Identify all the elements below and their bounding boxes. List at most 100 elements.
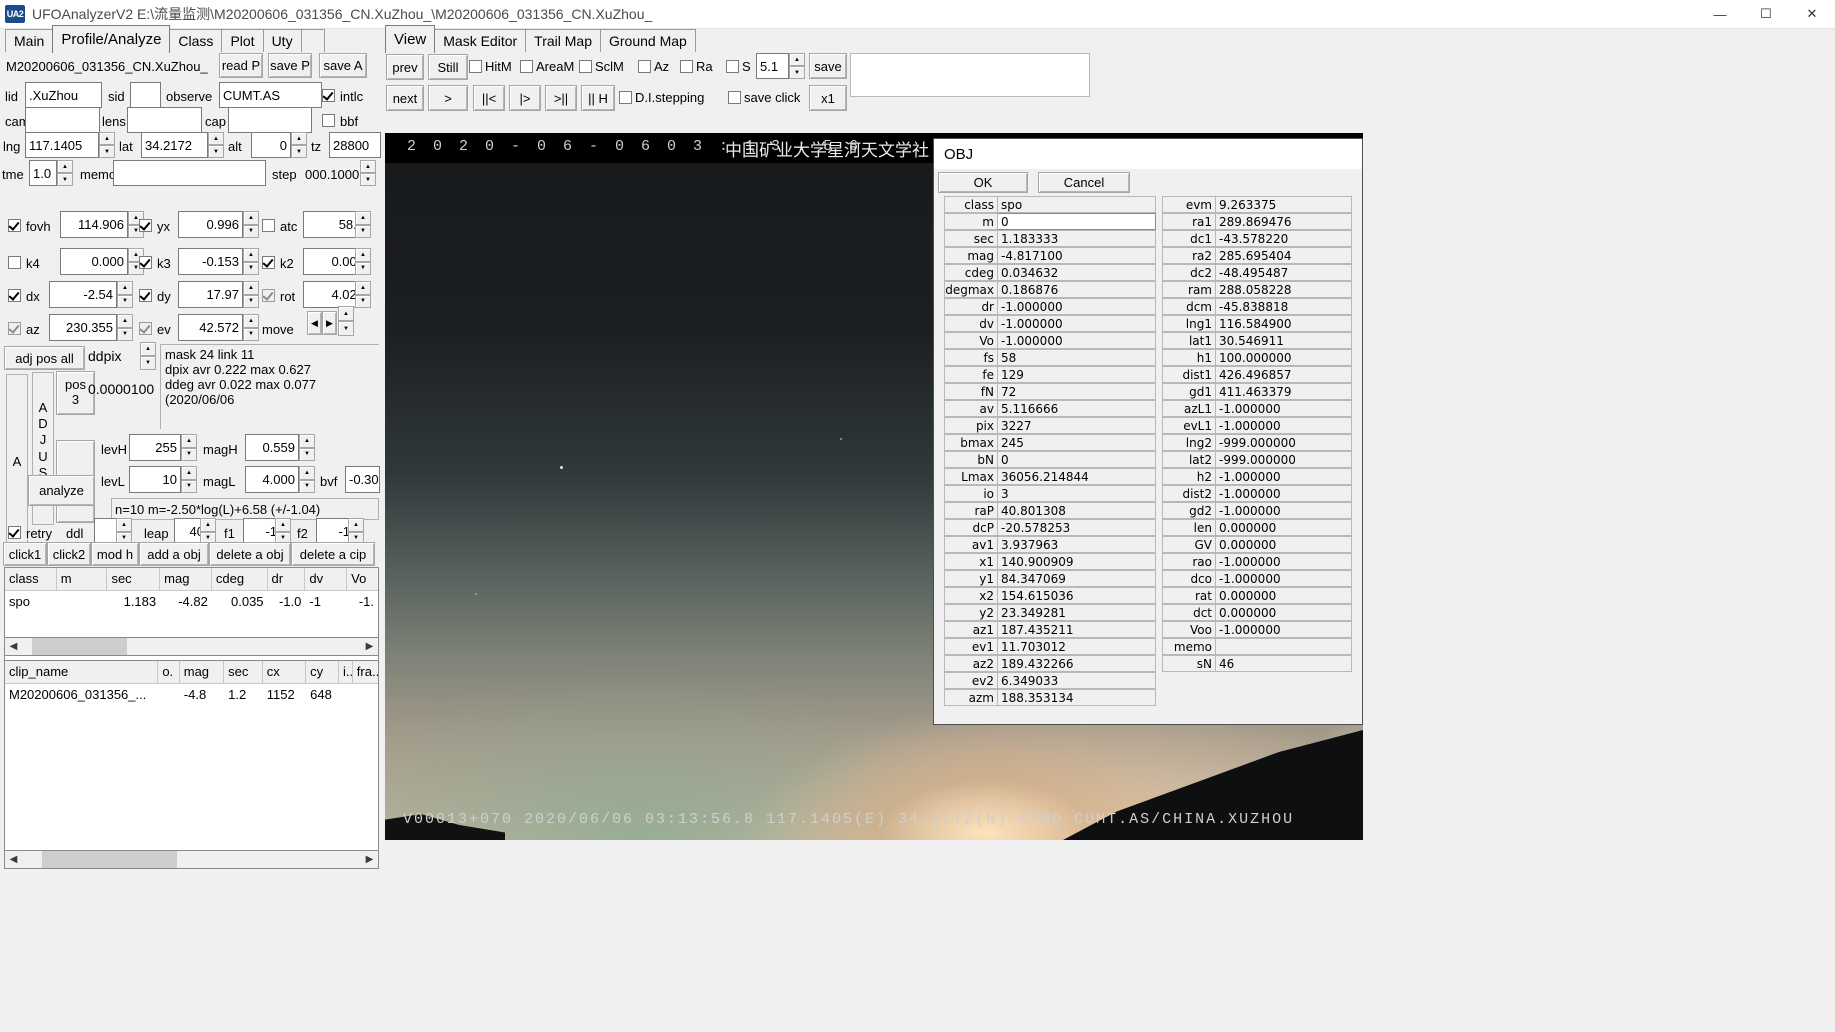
tab-uty[interactable]: Uty	[262, 29, 302, 53]
magH-spinner[interactable]: ▲ ▼	[299, 434, 315, 461]
cam-input[interactable]	[25, 107, 100, 133]
f2-spinner[interactable]: ▲ ▼	[348, 518, 364, 545]
yx-input[interactable]: 0.996	[178, 211, 243, 238]
atc-checkbox[interactable]	[262, 219, 275, 232]
obj-field-input-fN[interactable]: 72	[998, 383, 1156, 400]
obj-field-input-Lmax[interactable]: 36056.214844	[998, 468, 1156, 485]
tab-class[interactable]: Class	[169, 29, 223, 53]
levL-input[interactable]: 10	[129, 466, 181, 493]
obj-field-input-fe[interactable]: 129	[998, 366, 1156, 383]
tab-view[interactable]: View	[385, 25, 436, 53]
obj-field-input-evm[interactable]: 9.263375	[1216, 196, 1352, 213]
az-spinner[interactable]: ▲ ▼	[117, 314, 133, 341]
save-view-button[interactable]: save	[809, 53, 847, 79]
obj-field-input-dr[interactable]: -1.000000	[998, 298, 1156, 315]
next-button[interactable]: next	[386, 85, 424, 111]
obj-field-input-mag[interactable]: -4.817100	[998, 247, 1156, 264]
k3-checkbox[interactable]	[139, 256, 152, 269]
scroll-left-icon[interactable]: ◀	[5, 638, 22, 655]
obj-field-input-dist2[interactable]: -1.000000	[1216, 485, 1352, 502]
dx-checkbox[interactable]	[8, 289, 21, 302]
obj-field-input-ra1[interactable]: 289.869476	[1216, 213, 1352, 230]
obj-field-input-GV[interactable]: 0.000000	[1216, 536, 1352, 553]
s-input[interactable]: 5.1	[756, 53, 789, 79]
lat-input[interactable]: 34.2172	[141, 132, 208, 158]
obj-field-input-dc1[interactable]: -43.578220	[1216, 230, 1352, 247]
lng-input[interactable]: 117.1405	[25, 132, 99, 158]
save-a-button[interactable]: save A	[319, 53, 367, 78]
az-checkbox[interactable]	[8, 322, 21, 335]
delete-a-cip-button[interactable]: delete a cip	[291, 542, 375, 566]
tz-input[interactable]: 28800	[329, 132, 381, 158]
obj-field-input-evL1[interactable]: -1.000000	[1216, 417, 1352, 434]
obj-field-input-io[interactable]: 3	[998, 485, 1156, 502]
alt-spinner[interactable]: ▲ ▼	[291, 132, 307, 158]
alt-input[interactable]: 0	[251, 132, 291, 158]
obj-field-input-azL1[interactable]: -1.000000	[1216, 400, 1352, 417]
k3-spinner[interactable]: ▲ ▼	[243, 248, 259, 275]
obj-field-input-bmax[interactable]: 245	[998, 434, 1156, 451]
obj-field-input-h2[interactable]: -1.000000	[1216, 468, 1352, 485]
obj-field-input-len[interactable]: 0.000000	[1216, 519, 1352, 536]
obj-field-input-dv[interactable]: -1.000000	[998, 315, 1156, 332]
minimize-button[interactable]: —	[1697, 0, 1743, 28]
obj-field-input-fs[interactable]: 58	[998, 349, 1156, 366]
obj-ok-button[interactable]: OK	[938, 172, 1028, 193]
ddpix-spinner[interactable]: ▲ ▼	[140, 342, 156, 370]
obj-field-input-memo[interactable]	[1216, 638, 1352, 655]
scroll-left-icon[interactable]: ◀	[5, 851, 22, 868]
az-input[interactable]: 230.355	[49, 314, 117, 341]
obj-field-input-dct[interactable]: 0.000000	[1216, 604, 1352, 621]
obj-field-input-az1[interactable]: 187.435211	[998, 621, 1156, 638]
obj-field-input-dist1[interactable]: 426.496857	[1216, 366, 1352, 383]
dy-spinner[interactable]: ▲ ▼	[243, 281, 259, 308]
levH-input[interactable]: 255	[129, 434, 181, 461]
adj-pos-all-button[interactable]: adj pos all	[4, 346, 85, 370]
click1-button[interactable]: click1	[3, 542, 47, 566]
obj-field-input-gd2[interactable]: -1.000000	[1216, 502, 1352, 519]
tab-profile-analyze[interactable]: Profile/Analyze	[52, 25, 171, 53]
cap-input[interactable]	[228, 107, 312, 133]
fovh-checkbox[interactable]	[8, 219, 21, 232]
levH-spinner[interactable]: ▲ ▼	[181, 434, 197, 461]
sclm-checkbox[interactable]	[579, 60, 592, 73]
obj-field-input-raP[interactable]: 40.801308	[998, 502, 1156, 519]
memo-input[interactable]	[113, 160, 266, 186]
read-p-button[interactable]: read P	[219, 53, 263, 78]
obj-field-input-ra2[interactable]: 285.695404	[1216, 247, 1352, 264]
obj-field-input-dco[interactable]: -1.000000	[1216, 570, 1352, 587]
obj-scroll-thumb[interactable]	[32, 638, 127, 655]
obj-field-input-rao[interactable]: -1.000000	[1216, 553, 1352, 570]
obj-field-input-av[interactable]: 5.116666	[998, 400, 1156, 417]
still-button[interactable]: Still	[428, 54, 468, 80]
tab-ground-map[interactable]: Ground Map	[600, 29, 696, 53]
obj-field-input-x2[interactable]: 154.615036	[998, 587, 1156, 604]
prev-button[interactable]: prev	[386, 54, 424, 80]
tab-mask-editor[interactable]: Mask Editor	[434, 29, 527, 53]
yx-spinner[interactable]: ▲ ▼	[243, 211, 259, 238]
mod-h-button[interactable]: mod h	[91, 542, 139, 566]
clip-table[interactable]: clip_name o. mag sec cx cy i.. fra.. M20…	[4, 660, 379, 866]
magL-spinner[interactable]: ▲ ▼	[299, 466, 315, 493]
obj-field-input-av1[interactable]: 3.937963	[998, 536, 1156, 553]
analyze-button[interactable]: analyze	[28, 475, 95, 506]
rot-checkbox[interactable]	[262, 289, 275, 302]
magL-input[interactable]: 4.000	[245, 466, 299, 493]
k4-checkbox[interactable]	[8, 256, 21, 269]
obj-field-input-Vo[interactable]: -1.000000	[998, 332, 1156, 349]
az-view-checkbox[interactable]	[638, 60, 651, 73]
yx-checkbox[interactable]	[139, 219, 152, 232]
click2-button[interactable]: click2	[47, 542, 91, 566]
obj-cancel-button[interactable]: Cancel	[1038, 172, 1130, 193]
aream-checkbox[interactable]	[520, 60, 533, 73]
clip-table-hscrollbar[interactable]: ◀ ▶	[4, 850, 379, 869]
table-row[interactable]: spo 1.183 -4.82 0.035 -1.0 -1 -1.	[5, 591, 378, 612]
obj-field-input-class[interactable]: spo	[998, 196, 1156, 213]
bvf-input[interactable]: -0.30	[345, 466, 380, 493]
obj-field-input-degmax[interactable]: 0.186876	[998, 281, 1156, 298]
k4-input[interactable]: 0.000	[60, 248, 128, 275]
s-checkbox[interactable]	[726, 60, 739, 73]
obj-field-input-lat2[interactable]: -999.000000	[1216, 451, 1352, 468]
obj-field-input-m[interactable]: 0	[998, 213, 1156, 230]
s-spinner[interactable]: ▲ ▼	[789, 53, 805, 79]
